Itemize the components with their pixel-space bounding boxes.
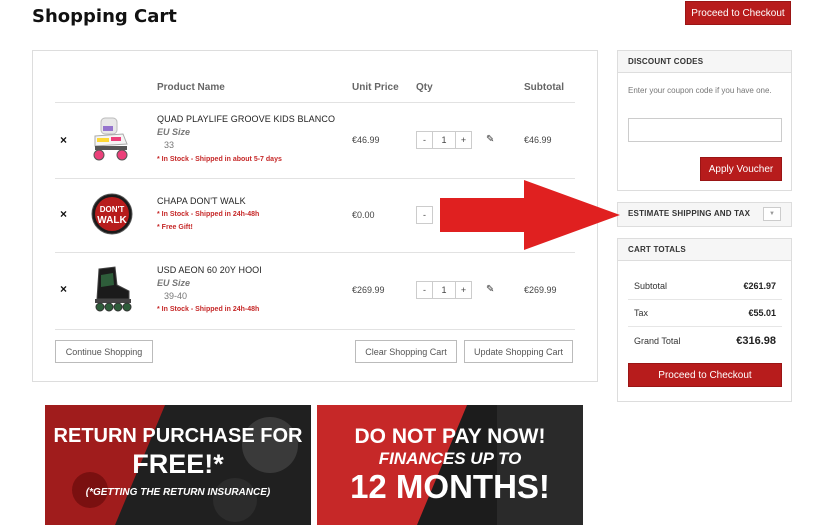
- quantity-stepper: - 1 +: [416, 281, 472, 299]
- cart-totals-panel: CART TOTALS Subtotal €261.97 Tax €55.01 …: [617, 238, 792, 402]
- badge-text-bottom: WALK: [97, 215, 127, 226]
- return-banner-line1: RETURN PURCHASE FOR: [53, 425, 303, 447]
- product-image-inline-skate[interactable]: [89, 263, 135, 312]
- divider: [55, 329, 575, 330]
- page-title: Shopping Cart: [32, 6, 177, 27]
- return-banner-line2: FREE!*: [132, 449, 224, 479]
- row-subtotal: €269.99: [524, 285, 557, 295]
- qty-plus-button[interactable]: +: [455, 281, 472, 299]
- free-gift-label: * Free Gift!: [157, 224, 193, 231]
- badge-text-top: DON'T: [100, 205, 125, 214]
- clear-cart-button[interactable]: Clear Shopping Cart: [355, 340, 457, 363]
- product-name[interactable]: QUAD PLAYLIFE GROOVE KIDS BLANCO: [157, 114, 335, 124]
- coupon-input[interactable]: [628, 118, 782, 142]
- estimate-shipping-panel[interactable]: ESTIMATE SHIPPING AND TAX ▼: [617, 202, 792, 227]
- coupon-hint: Enter your coupon code if you have one.: [628, 86, 772, 95]
- option-label: EU Size: [157, 127, 191, 137]
- qty-minus-button[interactable]: -: [416, 281, 433, 299]
- stock-status: * In Stock - Shipped in about 5-7 days: [157, 156, 282, 163]
- return-banner-line3: (*GETTING THE RETURN INSURANCE): [85, 487, 271, 498]
- cart-totals-heading: CART TOTALS: [618, 239, 791, 261]
- subtotal-label: Subtotal: [634, 281, 668, 291]
- qty-minus-button[interactable]: -: [416, 206, 433, 224]
- column-header-qty: Qty: [416, 82, 433, 93]
- grand-total-row: Grand Total €316.98: [628, 327, 782, 354]
- discount-codes-panel: DISCOUNT CODES Enter your coupon code if…: [617, 50, 792, 191]
- grand-total-label: Grand Total: [634, 335, 681, 346]
- row-subtotal: €46.99: [524, 135, 552, 145]
- proceed-to-checkout-button-top[interactable]: Proceed to Checkout: [685, 1, 791, 25]
- finance-banner[interactable]: DO NOT PAY NOW! FINANCES UP TO 12 MONTHS…: [317, 405, 583, 525]
- proceed-to-checkout-button[interactable]: Proceed to Checkout: [628, 363, 782, 387]
- edit-icon[interactable]: ✎: [486, 134, 494, 145]
- return-insurance-banner[interactable]: RETURN PURCHASE FOR FREE!* (*GETTING THE…: [45, 405, 311, 525]
- discount-codes-heading: DISCOUNT CODES: [618, 51, 791, 73]
- option-label: EU Size: [157, 278, 191, 288]
- column-header-product: Product Name: [157, 82, 225, 93]
- remove-item-icon[interactable]: ×: [60, 133, 67, 147]
- quantity-stepper: -: [416, 206, 433, 224]
- stock-status: * In Stock - Shipped in 24h-48h: [157, 306, 260, 313]
- subtotal-value: €261.97: [743, 281, 776, 291]
- qty-plus-button[interactable]: +: [455, 131, 472, 149]
- remove-item-icon[interactable]: ×: [60, 207, 67, 221]
- apply-voucher-button[interactable]: Apply Voucher: [700, 157, 782, 181]
- finance-banner-line2: FINANCES UP TO: [378, 449, 522, 468]
- qty-input[interactable]: 1: [433, 131, 455, 149]
- continue-shopping-button[interactable]: Continue Shopping: [55, 340, 153, 363]
- divider: [55, 178, 575, 179]
- product-name[interactable]: USD AEON 60 20Y HOOI: [157, 265, 262, 275]
- qty-minus-button[interactable]: -: [416, 131, 433, 149]
- option-value: 33: [164, 140, 175, 150]
- column-header-subtotal: Subtotal: [524, 82, 564, 93]
- unit-price: €46.99: [352, 135, 380, 145]
- stock-status: * In Stock - Shipped in 24h-48h: [157, 211, 260, 218]
- tax-value: €55.01: [748, 308, 776, 318]
- subtotal-row: Subtotal €261.97: [628, 273, 782, 300]
- red-arrow-annotation: [440, 180, 620, 250]
- column-header-unit-price: Unit Price: [352, 82, 399, 93]
- edit-icon[interactable]: ✎: [486, 284, 494, 295]
- chevron-down-icon[interactable]: ▼: [763, 207, 781, 221]
- unit-price: €0.00: [352, 210, 375, 220]
- tax-label: Tax: [634, 308, 649, 318]
- finance-banner-line1: DO NOT PAY NOW!: [354, 425, 546, 448]
- finance-banner-line3: 12 MONTHS!: [350, 468, 550, 505]
- grand-total-value: €316.98: [736, 334, 776, 347]
- divider: [55, 252, 575, 253]
- divider: [55, 102, 575, 103]
- quantity-stepper: - 1 +: [416, 131, 472, 149]
- update-cart-button[interactable]: Update Shopping Cart: [464, 340, 573, 363]
- product-image-quad-skate[interactable]: [89, 114, 135, 161]
- tax-row: Tax €55.01: [628, 300, 782, 327]
- qty-input[interactable]: 1: [433, 281, 455, 299]
- unit-price: €269.99: [352, 285, 385, 295]
- product-image-badge[interactable]: DON'T WALK: [89, 191, 135, 237]
- option-value: 39-40: [164, 291, 188, 301]
- product-name[interactable]: CHAPA DON'T WALK: [157, 196, 246, 206]
- remove-item-icon[interactable]: ×: [60, 282, 67, 296]
